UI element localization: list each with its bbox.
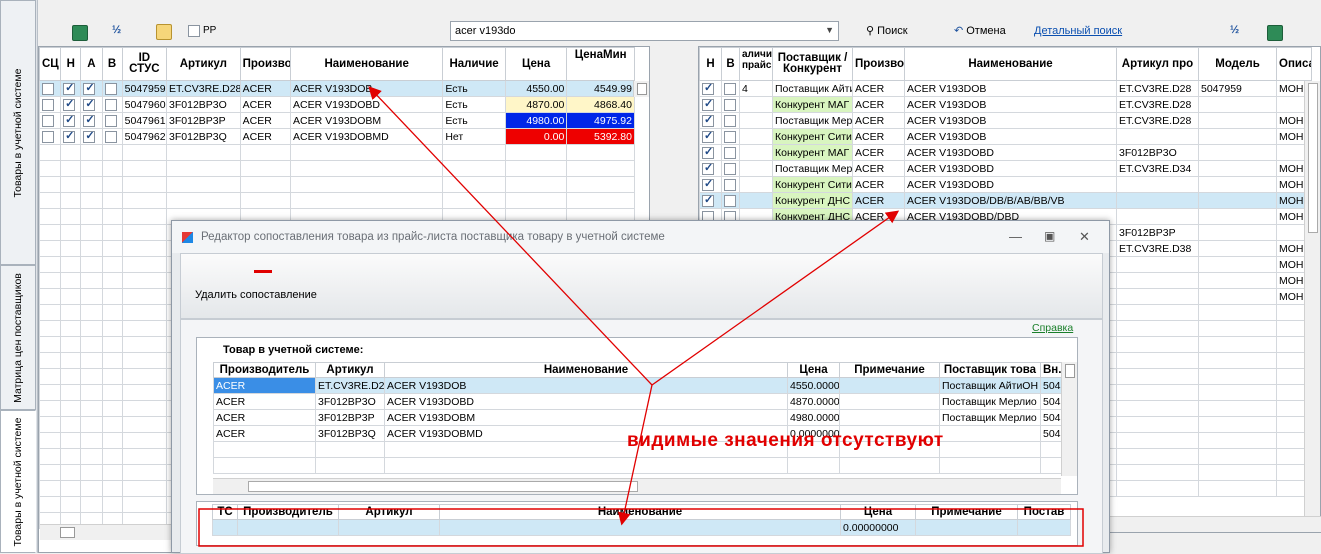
annotation-box (198, 508, 1084, 547)
annotation-arrow-right (651, 210, 900, 386)
annotation-arrow-down (617, 384, 653, 526)
annotation-arrow-left (368, 86, 653, 386)
annotation-overlay (198, 86, 1084, 547)
